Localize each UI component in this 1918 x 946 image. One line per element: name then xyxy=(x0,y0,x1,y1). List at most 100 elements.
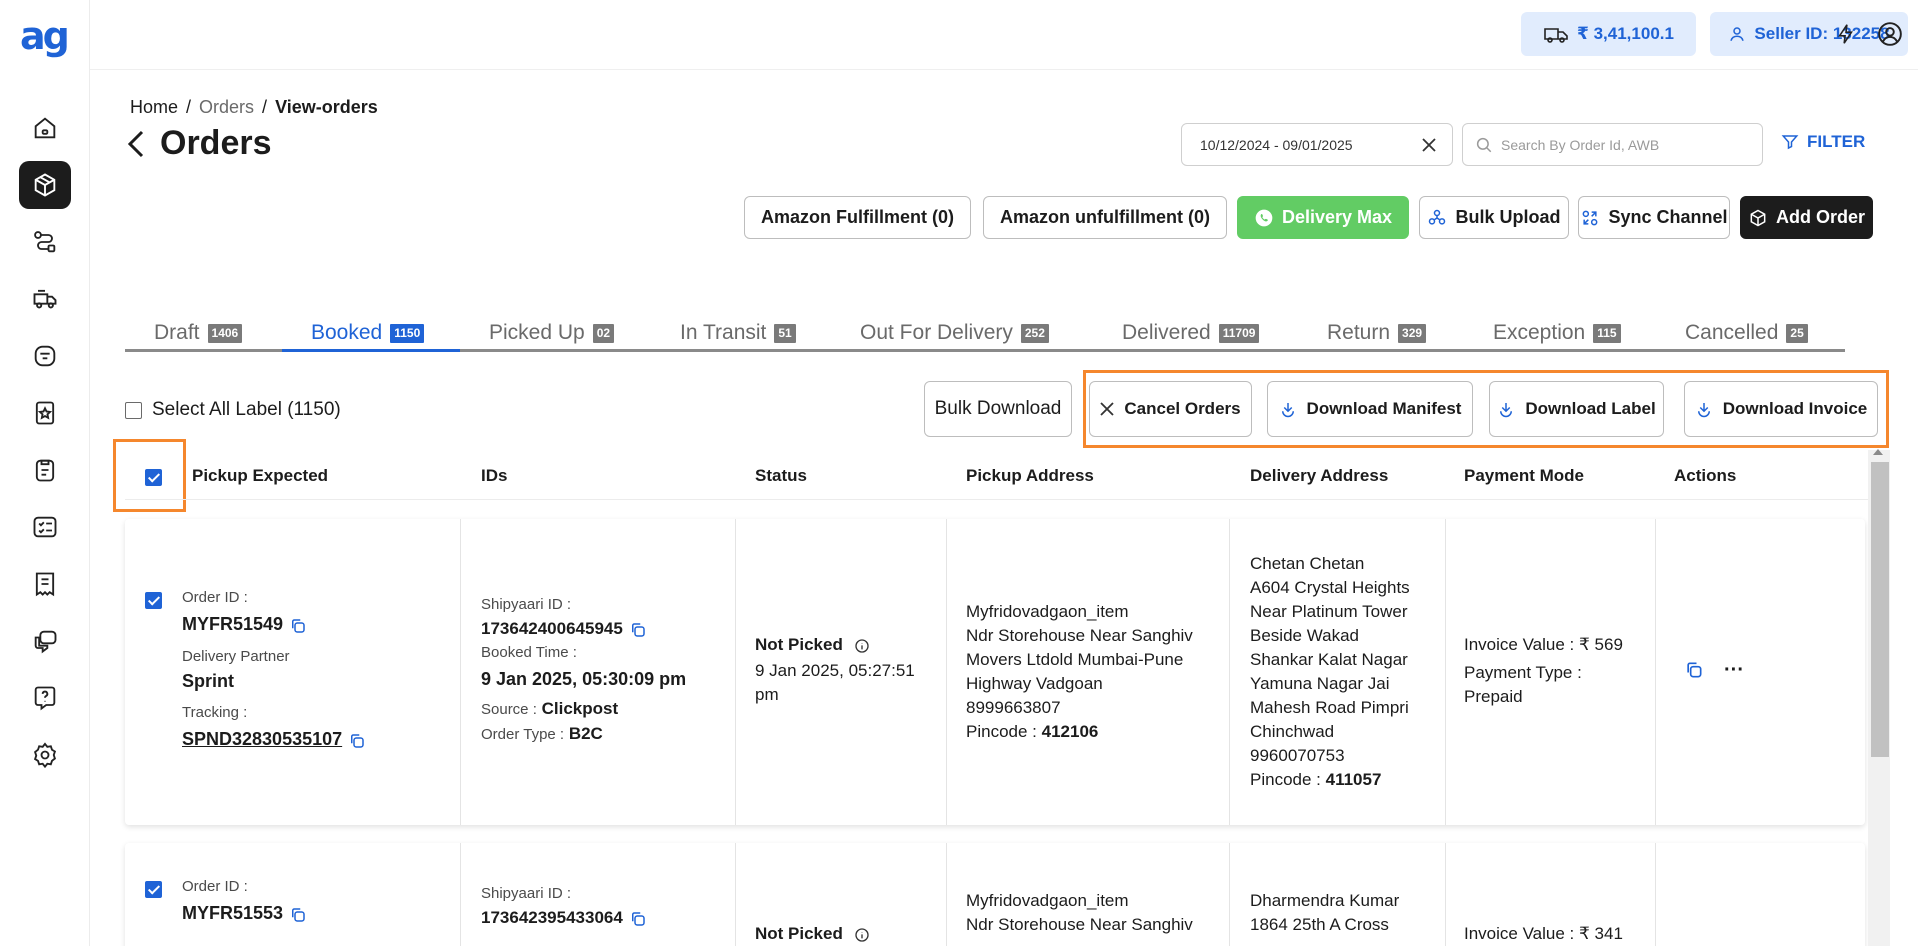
payment-type: Prepaid xyxy=(1464,687,1523,706)
payment-mode-cell: Invoice Value : ₹ 341 xyxy=(1464,922,1654,946)
pickup-pincode: 412106 xyxy=(1041,722,1099,741)
chat-icon[interactable] xyxy=(19,617,71,665)
wallet-balance: ₹ 3,41,100.1 xyxy=(1577,24,1674,43)
pickup-address-cell: Myfridovadgaon_item Ndr Storehouse Near … xyxy=(966,600,1236,744)
clear-date-icon[interactable] xyxy=(1422,137,1436,152)
th-pickup-expected[interactable]: Pickup Expected xyxy=(192,466,328,486)
table-header-divider xyxy=(125,499,1868,500)
delivery-truck-icon[interactable] xyxy=(19,275,71,323)
tab-cancelled[interactable]: Cancelled 25 xyxy=(1685,321,1808,345)
home-icon[interactable] xyxy=(19,104,71,152)
profile-icon[interactable] xyxy=(1876,20,1904,48)
row-select-checkbox[interactable] xyxy=(145,881,162,898)
delivery-address-line: A604 Crystal Heights xyxy=(1250,578,1410,597)
info-icon[interactable] xyxy=(854,927,870,943)
copy-icon[interactable] xyxy=(1684,660,1704,680)
download-manifest-button[interactable]: Download Manifest xyxy=(1267,381,1473,437)
page-title: Orders xyxy=(160,124,272,162)
amazon-unfulfillment-label: Amazon unfulfillment (0) xyxy=(1000,207,1210,227)
delivery-phone: 9960070753 xyxy=(1250,746,1345,765)
tab-picked-up[interactable]: Picked Up 02 xyxy=(489,321,615,345)
delivery-max-button[interactable]: Delivery Max xyxy=(1237,196,1409,239)
info-icon[interactable] xyxy=(854,638,870,654)
tab-in-transit[interactable]: In Transit 51 xyxy=(680,321,796,345)
breadcrumb-current: View-orders xyxy=(275,97,378,117)
download-icon xyxy=(1500,403,1513,418)
wallet-balance-button[interactable]: ₹ 3,41,100.1 xyxy=(1521,12,1696,56)
header-select-checkbox[interactable] xyxy=(145,469,162,486)
pincode-label: Pincode : xyxy=(966,722,1037,741)
status-cell: Not Picked 9 Jan 2025, 05:27:51 pm xyxy=(755,633,945,707)
filter-button[interactable]: FILTER xyxy=(1781,132,1865,152)
sync-channel-button[interactable]: Sync Channel xyxy=(1578,196,1730,239)
settings-gear-icon[interactable] xyxy=(19,731,71,779)
lightning-icon[interactable] xyxy=(1832,20,1860,48)
bulk-download-button[interactable]: Bulk Download xyxy=(924,381,1072,437)
tab-booked[interactable]: Booked 1150 xyxy=(311,321,425,345)
more-options-icon[interactable]: ··· xyxy=(1724,660,1744,680)
shipyaari-id-label: Shipyaari ID : xyxy=(481,596,572,613)
tab-draft[interactable]: Draft 1406 xyxy=(154,321,243,345)
breadcrumb: Home / Orders / View-orders xyxy=(130,97,378,118)
copy-icon[interactable] xyxy=(629,621,647,639)
date-range-picker[interactable]: 10/12/2024 - 09/01/2025 xyxy=(1181,123,1453,166)
tab-out-for-delivery[interactable]: Out For Delivery 252 xyxy=(860,321,1049,345)
receipt-icon[interactable] xyxy=(19,560,71,608)
cancel-orders-button[interactable]: Cancel Orders xyxy=(1089,381,1252,437)
th-delivery-address[interactable]: Delivery Address xyxy=(1250,466,1388,486)
bulk-upload-icon xyxy=(1429,209,1446,225)
bulk-upload-button[interactable]: Bulk Upload xyxy=(1419,196,1569,239)
filter-funnel-icon xyxy=(1781,135,1799,150)
download-label-button[interactable]: Download Label xyxy=(1489,381,1664,437)
tab-return[interactable]: Return 329 xyxy=(1327,321,1427,345)
checklist-icon[interactable] xyxy=(19,503,71,551)
th-ids[interactable]: IDs xyxy=(481,466,507,486)
pickup-address-line: Highway Vadgoan xyxy=(966,674,1103,693)
orders-box-icon[interactable] xyxy=(19,161,71,209)
wallet-icon[interactable] xyxy=(19,332,71,380)
tab-exception[interactable]: Exception 115 xyxy=(1493,321,1621,345)
copy-icon[interactable] xyxy=(289,617,307,635)
tab-count-badge: 1150 xyxy=(390,323,425,343)
tracking-link[interactable]: SPND32830535107 xyxy=(182,729,342,749)
payment-mode-cell: Invoice Value : ₹ 569 Payment Type : Pre… xyxy=(1464,633,1654,709)
order-status-tabs: Draft 1406 Booked 1150 Picked Up 02 In Tran… xyxy=(125,313,1845,352)
bulk-upload-label: Bulk Upload xyxy=(1455,207,1561,227)
breadcrumb-orders[interactable]: Orders xyxy=(199,97,254,118)
help-icon[interactable] xyxy=(19,674,71,722)
brand-logo[interactable]: ag xyxy=(20,17,70,58)
shipyaari-id: 173642400645945 xyxy=(481,619,623,638)
amazon-unfulfillment-button[interactable]: Amazon unfulfillment (0) xyxy=(983,196,1227,239)
amazon-fulfillment-button[interactable]: Amazon Fulfillment (0) xyxy=(744,196,971,239)
select-all-checkbox[interactable] xyxy=(125,401,142,419)
delivery-address-line: Shankar Kalat Nagar xyxy=(1250,650,1408,669)
breadcrumb-home[interactable]: Home xyxy=(130,97,178,118)
row-select-checkbox[interactable] xyxy=(145,592,162,609)
download-invoice-button[interactable]: Download Invoice xyxy=(1684,381,1878,437)
copy-icon[interactable] xyxy=(348,732,366,750)
scroll-up-arrow-icon[interactable] xyxy=(1873,449,1883,455)
back-arrow-icon[interactable] xyxy=(126,129,146,159)
pickup-phone: 8999663807 xyxy=(966,698,1061,717)
clipboard-icon[interactable] xyxy=(19,446,71,494)
th-actions[interactable]: Actions xyxy=(1674,466,1736,486)
tab-delivered[interactable]: Delivered 11709 xyxy=(1122,321,1260,345)
shipyaari-id: 173642395433064 xyxy=(481,908,623,927)
th-pickup-address[interactable]: Pickup Address xyxy=(966,466,1094,486)
copy-icon[interactable] xyxy=(629,910,647,928)
add-order-button[interactable]: Add Order xyxy=(1740,196,1873,239)
route-icon[interactable] xyxy=(19,218,71,266)
table-scrollbar-thumb[interactable] xyxy=(1871,462,1889,757)
select-all-label: Select All Label (1150) xyxy=(152,399,341,420)
status-cell: Not Picked xyxy=(755,922,945,946)
copy-icon[interactable] xyxy=(289,906,307,924)
search-input[interactable] xyxy=(1501,136,1751,153)
th-status[interactable]: Status xyxy=(755,466,807,486)
tab-count-badge: 252 xyxy=(1020,323,1049,343)
download-manifest-label: Download Manifest xyxy=(1306,399,1462,418)
tab-label: In Transit xyxy=(680,321,767,344)
active-tab-indicator xyxy=(282,349,460,352)
th-payment-mode[interactable]: Payment Mode xyxy=(1464,466,1584,486)
tab-label: Draft xyxy=(154,321,200,344)
badge-star-icon[interactable] xyxy=(19,389,71,437)
